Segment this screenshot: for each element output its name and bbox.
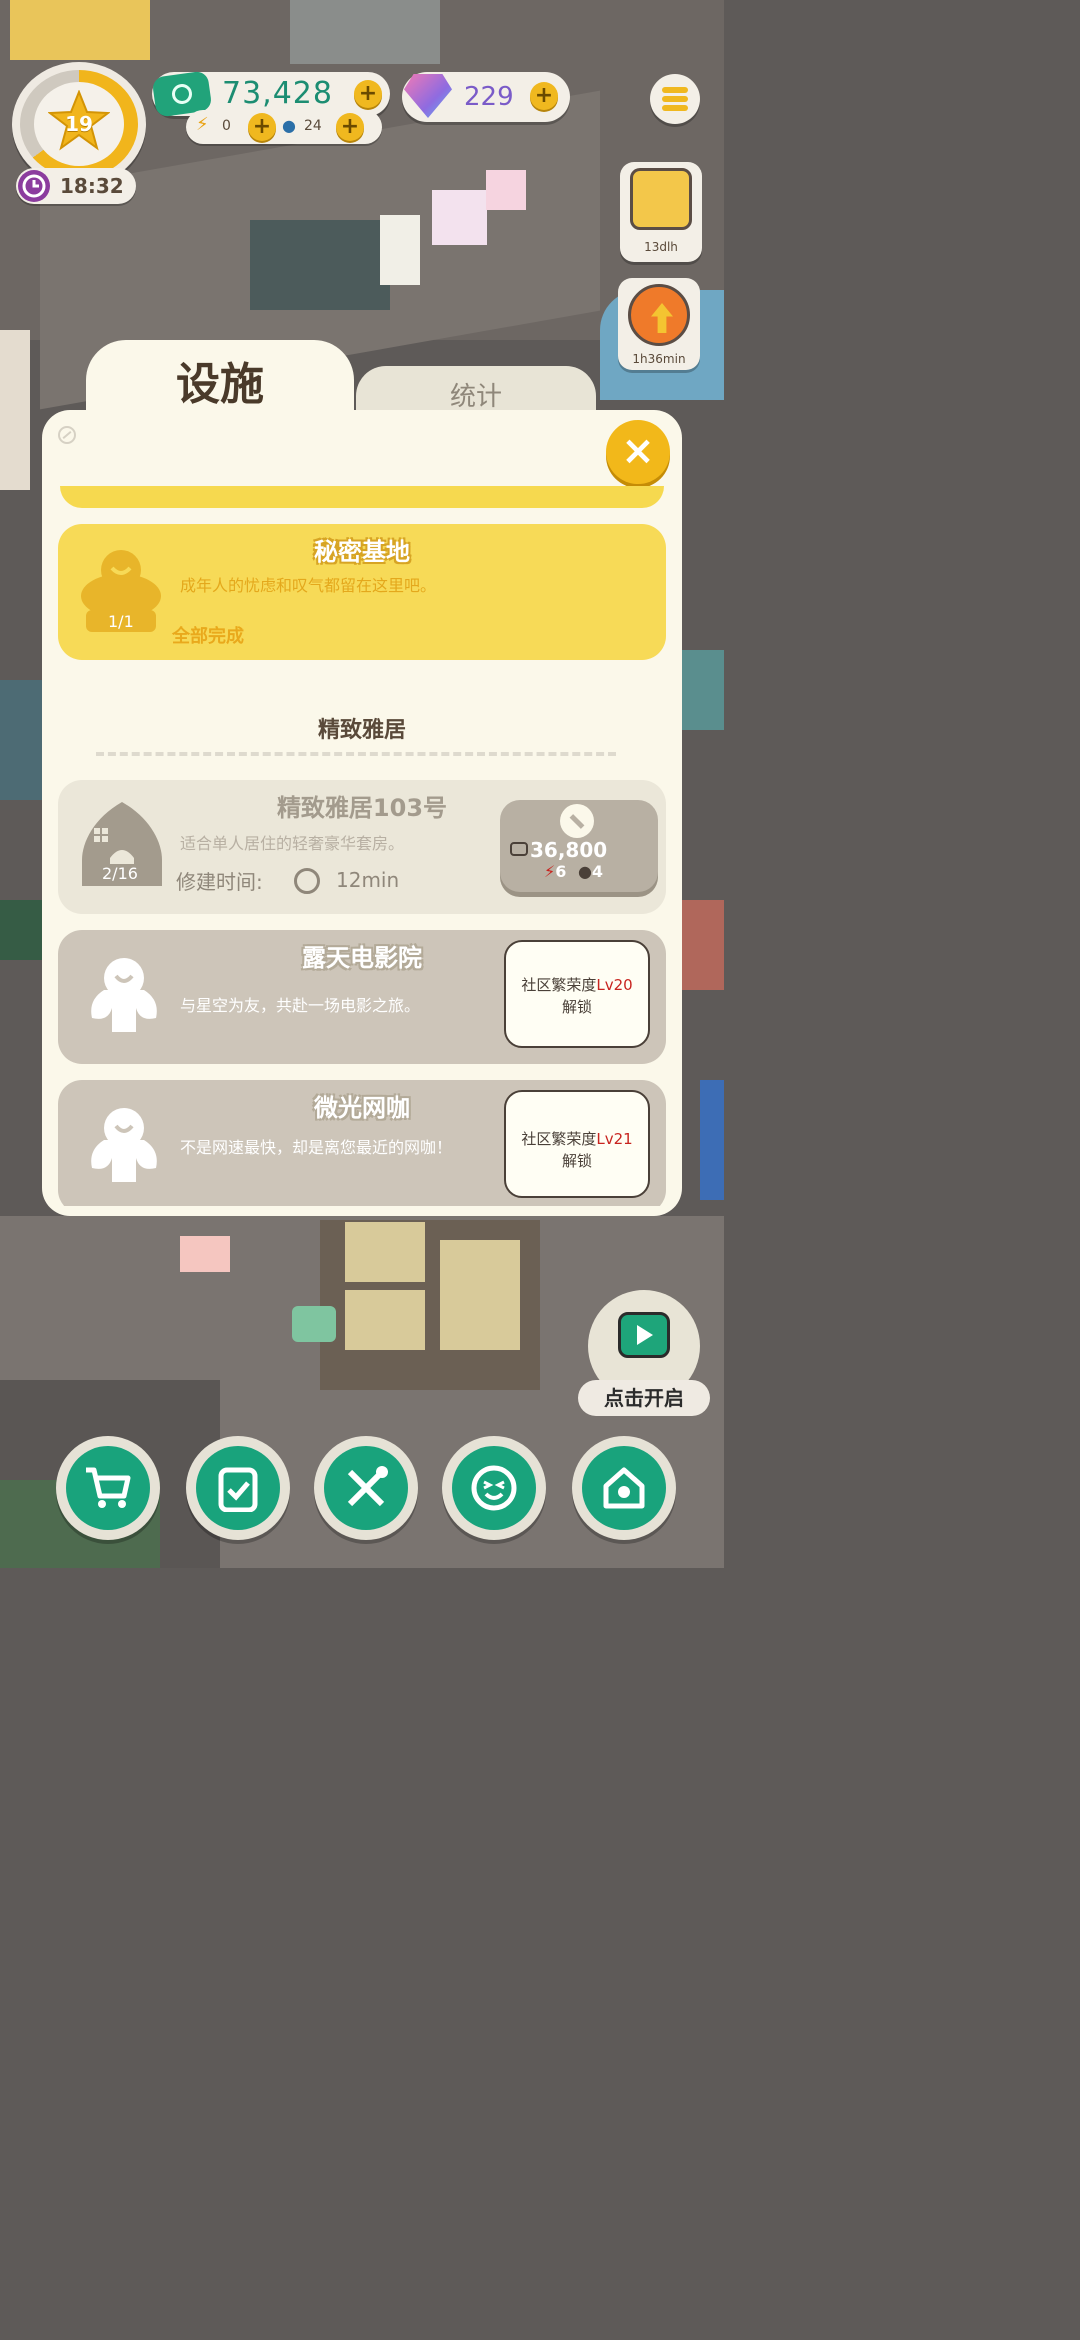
tab-statistics-label: 统计 <box>449 382 502 412</box>
build-time-value: 12min <box>336 868 400 892</box>
tv-play-icon <box>618 1312 670 1358</box>
facility-card-internet-cafe[interactable]: 微光网咖 不是网速最快，却是离您最近的网咖！ 社区繁荣度Lv21 解锁 <box>58 1080 666 1206</box>
build-requirements: ⚡6 ●4 <box>544 862 603 881</box>
water-value: 24 <box>304 118 322 134</box>
hammer-icon <box>560 804 594 838</box>
cart-icon <box>66 1446 150 1530</box>
gem-icon <box>404 74 452 118</box>
build-tools-button[interactable] <box>314 1436 418 1540</box>
timer-icon <box>294 868 320 894</box>
facility-list[interactable]: 秘密基地 1/1 成年人的忧虑和叹气都留在这里吧。 全部完成 精致雅居 精致雅居… <box>42 486 682 1206</box>
shop-button[interactable] <box>56 1436 160 1540</box>
upgrade-timer: 1h36min <box>632 352 686 366</box>
energy-icon: ⚡ <box>196 114 209 135</box>
gem-counter: 229 + <box>402 72 570 122</box>
facility-description: 适合单人居住的轻奢豪华套房。 <box>180 834 405 853</box>
unlock-requirement: 社区繁荣度Lv21 解锁 <box>504 1090 650 1198</box>
unlock-prefix: 社区繁荣度 <box>521 1130 597 1148</box>
cash-value: 73,428 <box>222 76 333 111</box>
water-drop-icon: ● <box>577 862 592 881</box>
video-reward-label[interactable]: 点击开启 <box>578 1380 710 1416</box>
tools-icon <box>324 1446 408 1530</box>
tab-facilities[interactable]: 设施 <box>86 340 354 430</box>
level-number: 19 <box>65 112 93 136</box>
main-menu-button[interactable] <box>650 74 700 124</box>
add-cash-button[interactable]: + <box>354 80 382 108</box>
add-gems-button[interactable]: + <box>530 82 558 110</box>
facility-progress: 2/16 <box>102 864 138 883</box>
add-energy-button[interactable]: + <box>248 113 276 141</box>
tasks-button[interactable] <box>186 1436 290 1540</box>
menu-icon-bar <box>662 87 688 93</box>
facility-description: 与星空为友，共赴一场电影之旅。 <box>180 996 421 1015</box>
panel-info-icon <box>58 426 76 444</box>
unlock-level: Lv21 <box>596 1130 633 1148</box>
build-button[interactable]: 36,800 ⚡6 ●4 <box>500 800 658 892</box>
event-timer: 13dlh <box>644 240 678 254</box>
section-divider <box>96 752 616 756</box>
clock-icon <box>18 170 50 202</box>
house-icon: 2/16 <box>74 798 170 892</box>
add-water-button[interactable]: + <box>336 113 364 141</box>
event-badge-icon <box>630 168 692 230</box>
section-title: 精致雅居 <box>317 718 406 743</box>
trophy-icon: 1/1 <box>78 544 164 636</box>
unlock-prefix: 社区繁荣度 <box>521 976 597 994</box>
cash-icon <box>510 842 528 856</box>
locked-facility-icon <box>84 956 164 1036</box>
game-clock: 18:32 <box>16 168 136 204</box>
energy-icon: ⚡ <box>544 862 556 881</box>
gem-value: 229 <box>464 82 514 112</box>
star-icon: 19 <box>47 89 111 152</box>
water-drop-icon: ● <box>282 116 296 135</box>
unlock-level: Lv20 <box>596 976 633 994</box>
facility-progress: 1/1 <box>108 612 134 631</box>
energy-value: 0 <box>222 118 231 134</box>
facility-card-apartment-103[interactable]: 精致雅居103号 2/16 适合单人居住的轻奢豪华套房。 修建时间: 12min… <box>58 780 666 914</box>
resource-counter: ⚡ 0 + ● 24 + <box>186 110 382 144</box>
previous-card-edge <box>60 486 664 508</box>
unlock-requirement: 社区繁荣度Lv20 解锁 <box>504 940 650 1048</box>
unlock-suffix: 解锁 <box>561 1152 592 1170</box>
facility-card-secret-base[interactable]: 秘密基地 1/1 成年人的忧虑和叹气都留在这里吧。 全部完成 <box>58 524 666 660</box>
event-button[interactable]: 13dlh <box>620 162 702 262</box>
locked-facility-icon <box>84 1106 164 1186</box>
tab-facilities-label: 设施 <box>176 359 264 410</box>
facility-description: 不是网速最快，却是离您最近的网咖！ <box>180 1138 453 1157</box>
facility-card-outdoor-cinema[interactable]: 露天电影院 与星空为友，共赴一场电影之旅。 社区繁荣度Lv20 解锁 <box>58 930 666 1064</box>
unlock-suffix: 解锁 <box>561 998 592 1016</box>
menu-icon-bar <box>662 96 688 102</box>
home-decor-button[interactable] <box>572 1436 676 1540</box>
build-time-label: 修建时间: <box>176 870 263 894</box>
upgrade-arrow-icon <box>628 284 690 346</box>
house-wrench-icon <box>582 1446 666 1530</box>
facility-status: 全部完成 <box>172 626 244 647</box>
build-cost: 36,800 <box>530 838 608 862</box>
upgrade-button[interactable]: 1h36min <box>618 278 700 370</box>
social-button[interactable] <box>442 1436 546 1540</box>
menu-icon-bar <box>662 105 688 111</box>
water-requirement: 4 <box>591 862 604 881</box>
clipboard-check-icon <box>196 1446 280 1530</box>
close-button[interactable]: × <box>606 420 670 484</box>
smile-face-icon <box>452 1446 536 1530</box>
facility-description: 成年人的忧虑和叹气都留在这里吧。 <box>180 576 437 595</box>
clock-time: 18:32 <box>60 174 124 198</box>
energy-requirement: 6 <box>555 862 567 881</box>
